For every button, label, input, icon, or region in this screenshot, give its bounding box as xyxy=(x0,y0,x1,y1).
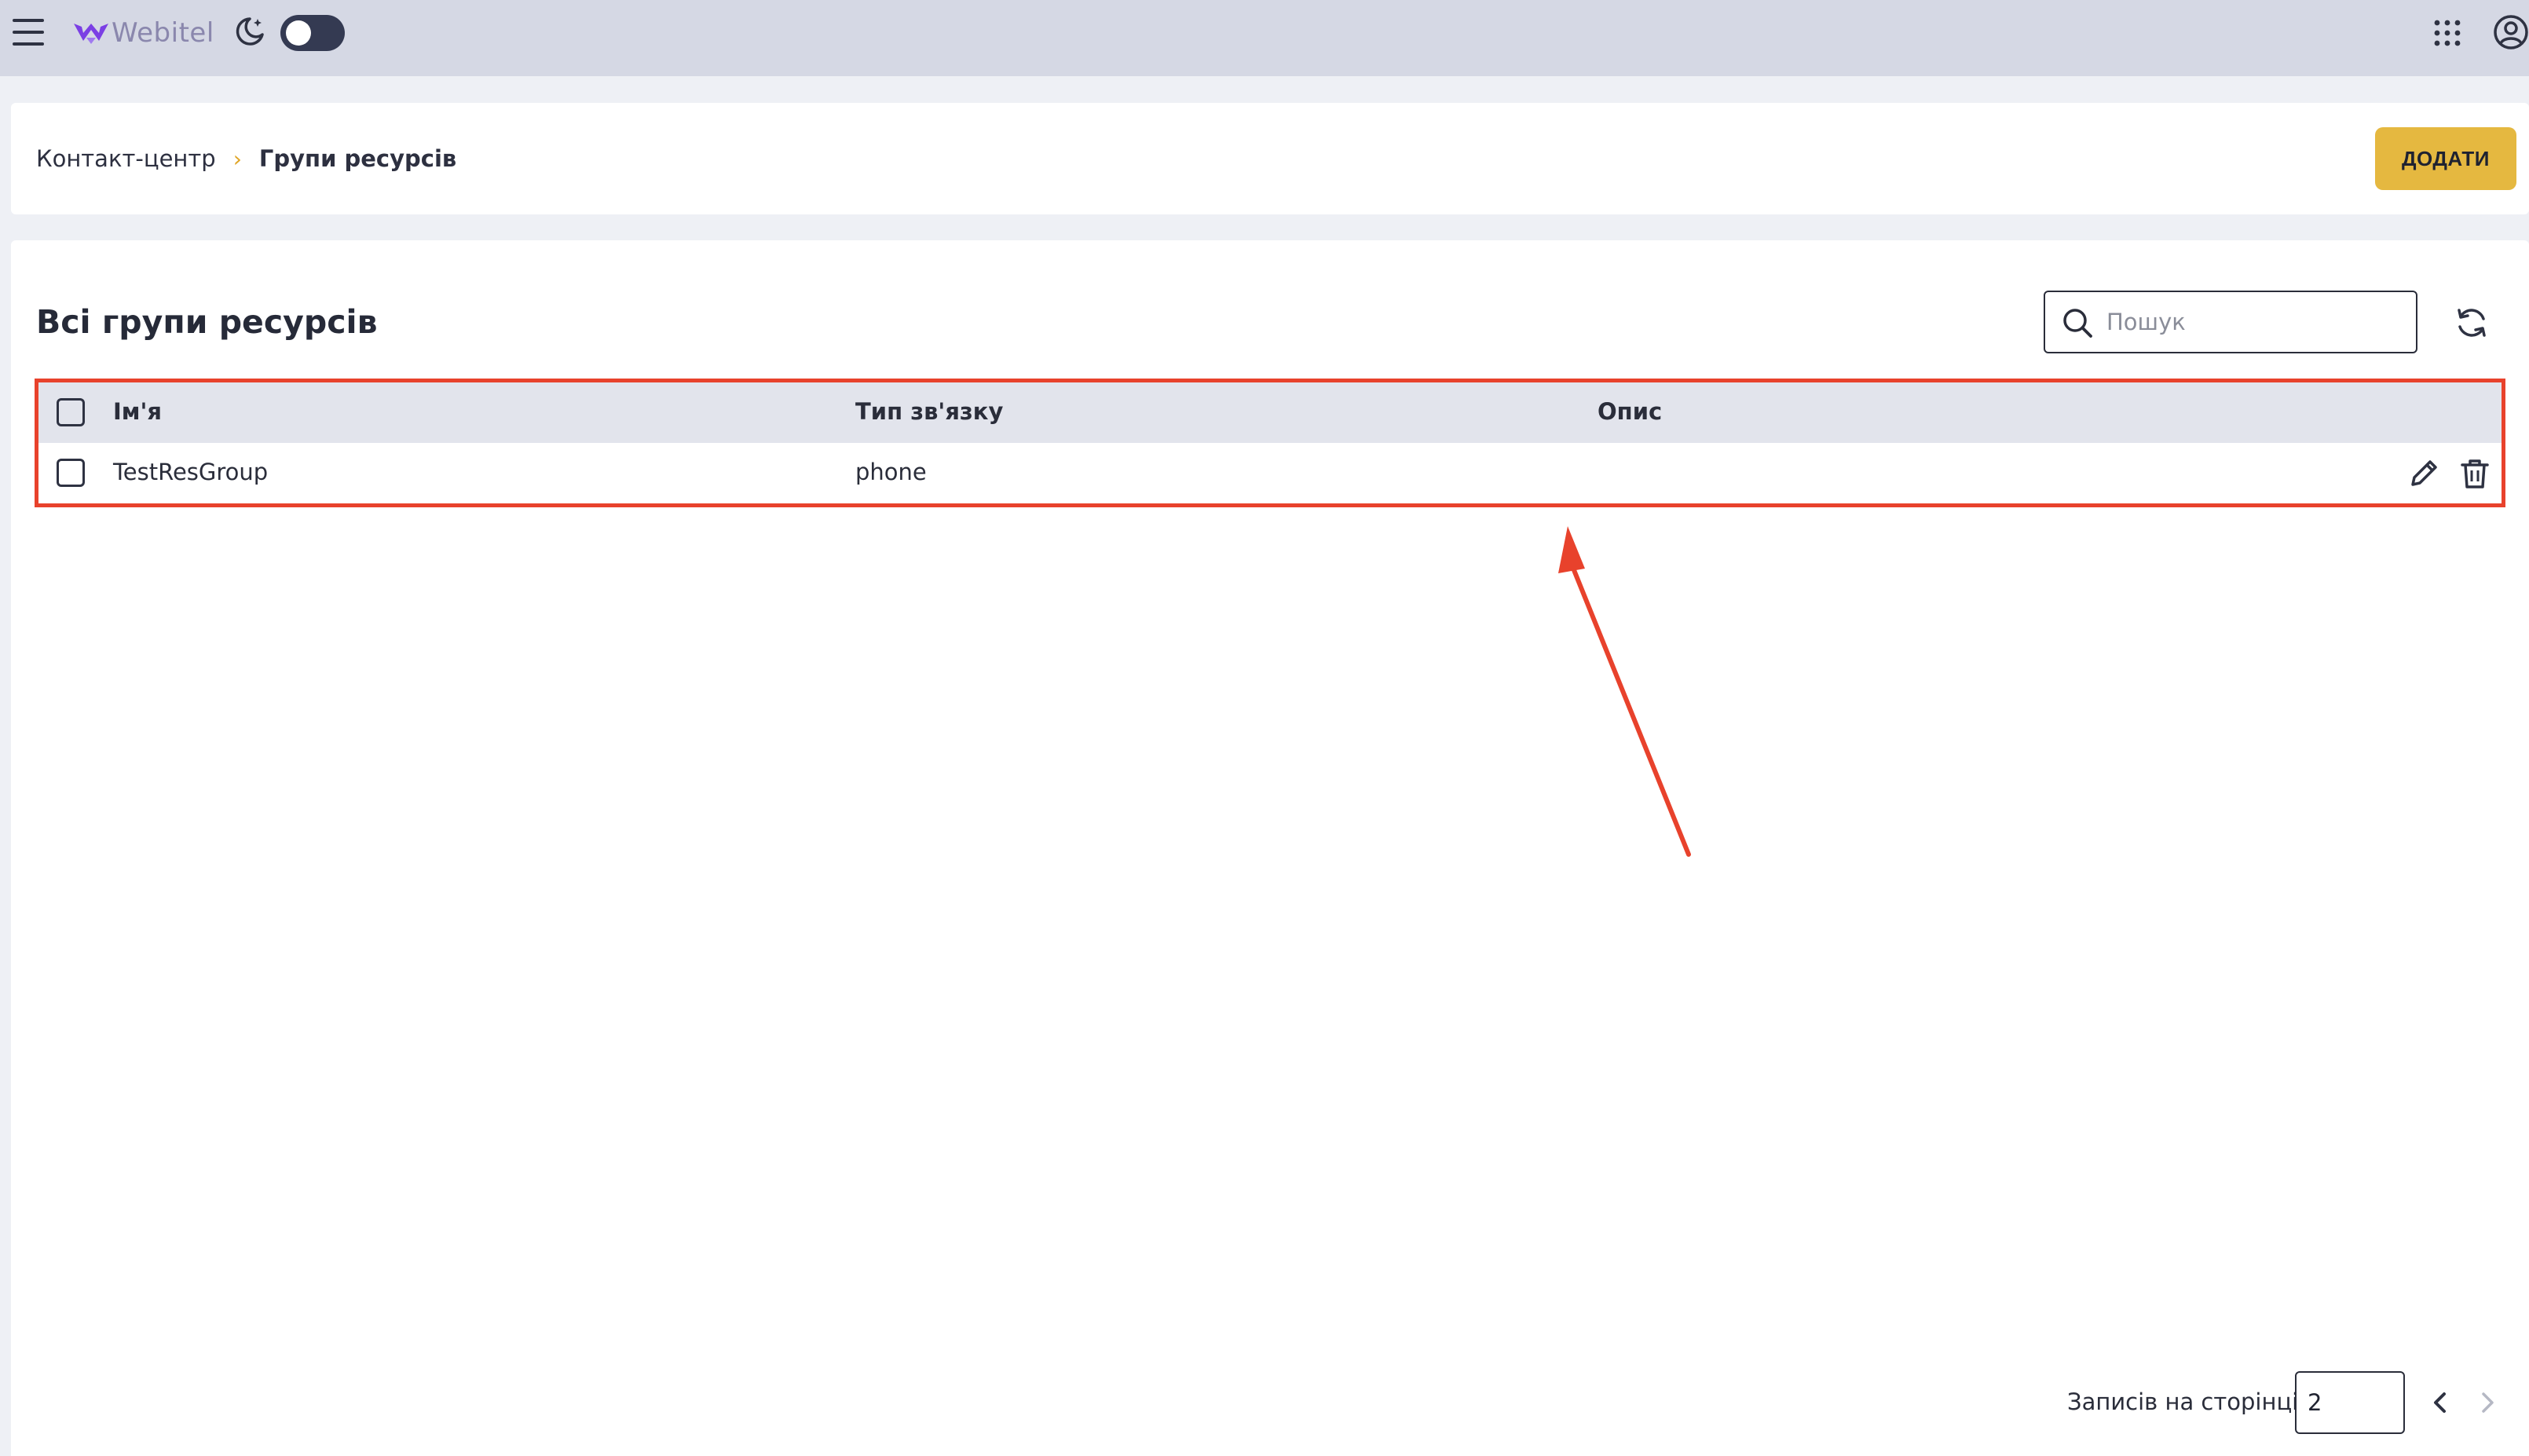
breadcrumb-separator: › xyxy=(232,145,242,172)
breadcrumb-root[interactable]: Контакт-центр xyxy=(36,145,216,172)
breadcrumb-current: Групи ресурсів xyxy=(258,145,457,172)
edit-icon[interactable] xyxy=(2406,456,2441,491)
top-bar: Webitel xyxy=(0,0,2529,76)
search-box[interactable] xyxy=(2044,291,2417,353)
webitel-logo-icon xyxy=(74,24,108,44)
menu-icon[interactable] xyxy=(13,17,47,47)
annotation-arrow xyxy=(1558,526,1691,857)
per-page-label: Записів на сторінці: xyxy=(2067,1388,2307,1415)
app-logo[interactable]: Webitel xyxy=(72,14,214,52)
table-row[interactable]: TestResGroup phone xyxy=(38,443,2502,503)
per-page-input[interactable] xyxy=(2295,1371,2405,1434)
page-title: Всі групи ресурсів xyxy=(36,303,378,341)
column-header-type[interactable]: Тип зв'язку xyxy=(855,398,1003,425)
cell-name[interactable]: TestResGroup xyxy=(113,459,268,485)
column-header-name[interactable]: Ім'я xyxy=(113,398,162,425)
select-all-checkbox[interactable] xyxy=(57,398,85,426)
breadcrumb: Контакт-центр › Групи ресурсів xyxy=(36,141,456,177)
table-header: Ім'я Тип зв'язку Опис xyxy=(38,382,2502,443)
row-checkbox[interactable] xyxy=(57,459,85,487)
account-icon[interactable] xyxy=(2493,14,2529,50)
chevron-right-icon xyxy=(2482,1392,2494,1413)
logo-text: Webitel xyxy=(112,17,214,49)
delete-icon[interactable] xyxy=(2458,456,2492,491)
main-card: Всі групи ресурсів Ім'я Тип зв'язку Опис… xyxy=(11,240,2529,1456)
cell-type: phone xyxy=(855,459,927,485)
column-header-description[interactable]: Опис xyxy=(1598,398,1662,425)
resource-groups-table: Ім'я Тип зв'язку Опис TestResGroup phone xyxy=(35,379,2505,507)
refresh-icon[interactable] xyxy=(2452,303,2491,342)
apps-grid-icon[interactable] xyxy=(2433,19,2461,47)
header-card: Контакт-центр › Групи ресурсів ДОДАТИ xyxy=(11,103,2529,214)
toggle-knob xyxy=(286,20,311,46)
search-icon xyxy=(2063,309,2092,338)
add-button[interactable]: ДОДАТИ xyxy=(2375,127,2516,190)
theme-toggle[interactable] xyxy=(280,15,345,51)
moon-icon xyxy=(236,17,264,46)
search-input[interactable] xyxy=(2106,303,2405,341)
chevron-left-icon[interactable] xyxy=(2427,1388,2454,1417)
